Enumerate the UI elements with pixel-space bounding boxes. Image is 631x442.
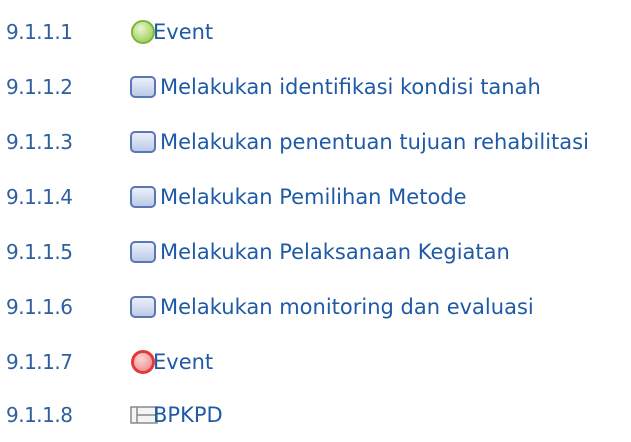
item-label: Event [153, 350, 214, 374]
item-label: Melakukan identifikasi kondisi tanah [160, 75, 541, 99]
task-icon [128, 183, 158, 211]
item-number: 9.1.1.5 [6, 240, 73, 264]
list-item[interactable]: 9.1.1.7 Event [0, 335, 631, 389]
item-label: Melakukan Pemilihan Metode [160, 185, 467, 209]
list-item[interactable]: 9.1.1.1 Event [0, 5, 631, 59]
task-icon [128, 238, 158, 266]
item-label: Event [153, 20, 214, 44]
item-label: Melakukan Pelaksanaan Kegiatan [160, 240, 510, 264]
item-label: BPKPD [153, 403, 223, 427]
item-number: 9.1.1.8 [6, 403, 73, 427]
list-item[interactable]: 9.1.1.4 Melakukan Pemilihan Metode [0, 170, 631, 224]
task-icon [128, 128, 158, 156]
item-number: 9.1.1.6 [6, 295, 73, 319]
item-number: 9.1.1.4 [6, 185, 73, 209]
item-label: Melakukan monitoring dan evaluasi [160, 295, 534, 319]
task-icon [128, 293, 158, 321]
item-number: 9.1.1.3 [6, 130, 73, 154]
item-number: 9.1.1.7 [6, 350, 73, 374]
item-label: Melakukan penentuan tujuan rehabilitasi [160, 130, 589, 154]
list-item[interactable]: 9.1.1.3 Melakukan penentuan tujuan rehab… [0, 115, 631, 169]
list-item[interactable]: 9.1.1.5 Melakukan Pelaksanaan Kegiatan [0, 225, 631, 279]
list-item[interactable]: 9.1.1.2 Melakukan identifikasi kondisi t… [0, 60, 631, 114]
item-number: 9.1.1.1 [6, 20, 73, 44]
list-item[interactable]: 9.1.1.6 Melakukan monitoring dan evaluas… [0, 280, 631, 334]
list-item[interactable]: 9.1.1.8 BPKPD [0, 388, 631, 442]
outline-list: 9.1.1.1 Event 9.1.1.2 Melakukan identifi… [0, 0, 631, 430]
task-icon [128, 73, 158, 101]
item-number: 9.1.1.2 [6, 75, 73, 99]
